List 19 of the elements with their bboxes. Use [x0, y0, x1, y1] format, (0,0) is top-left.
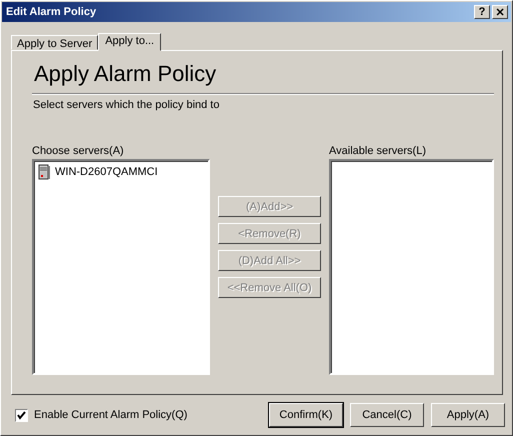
- check-icon: [17, 410, 26, 420]
- close-button[interactable]: ✕: [492, 5, 508, 19]
- help-button[interactable]: ?: [474, 5, 490, 19]
- server-icon: [36, 164, 52, 180]
- list-label: Choose servers(A): [32, 145, 125, 157]
- heading: Apply Alarm Policy: [33, 61, 218, 88]
- tab[interactable]: Apply to Server: [11, 35, 98, 50]
- subtitle: Select servers which the policy bind to: [32, 99, 220, 111]
- dialog-button[interactable]: Apply(A): [431, 403, 505, 427]
- list-label: Available servers(L): [329, 145, 428, 157]
- tab[interactable]: Apply to...: [98, 33, 162, 51]
- window-title: Edit Alarm Policy: [6, 6, 98, 18]
- available-list[interactable]: [329, 159, 494, 375]
- server-list[interactable]: WIN-D2607QAMMCI: [32, 159, 210, 375]
- dialog-button[interactable]: Confirm(K): [269, 403, 343, 427]
- checkbox[interactable]: [15, 408, 28, 422]
- checkbox-label: Enable Current Alarm Policy(Q): [34, 409, 188, 421]
- dialog-button[interactable]: Cancel(C): [350, 403, 424, 427]
- server-item[interactable]: WIN-D2607QAMMCI: [36, 164, 206, 180]
